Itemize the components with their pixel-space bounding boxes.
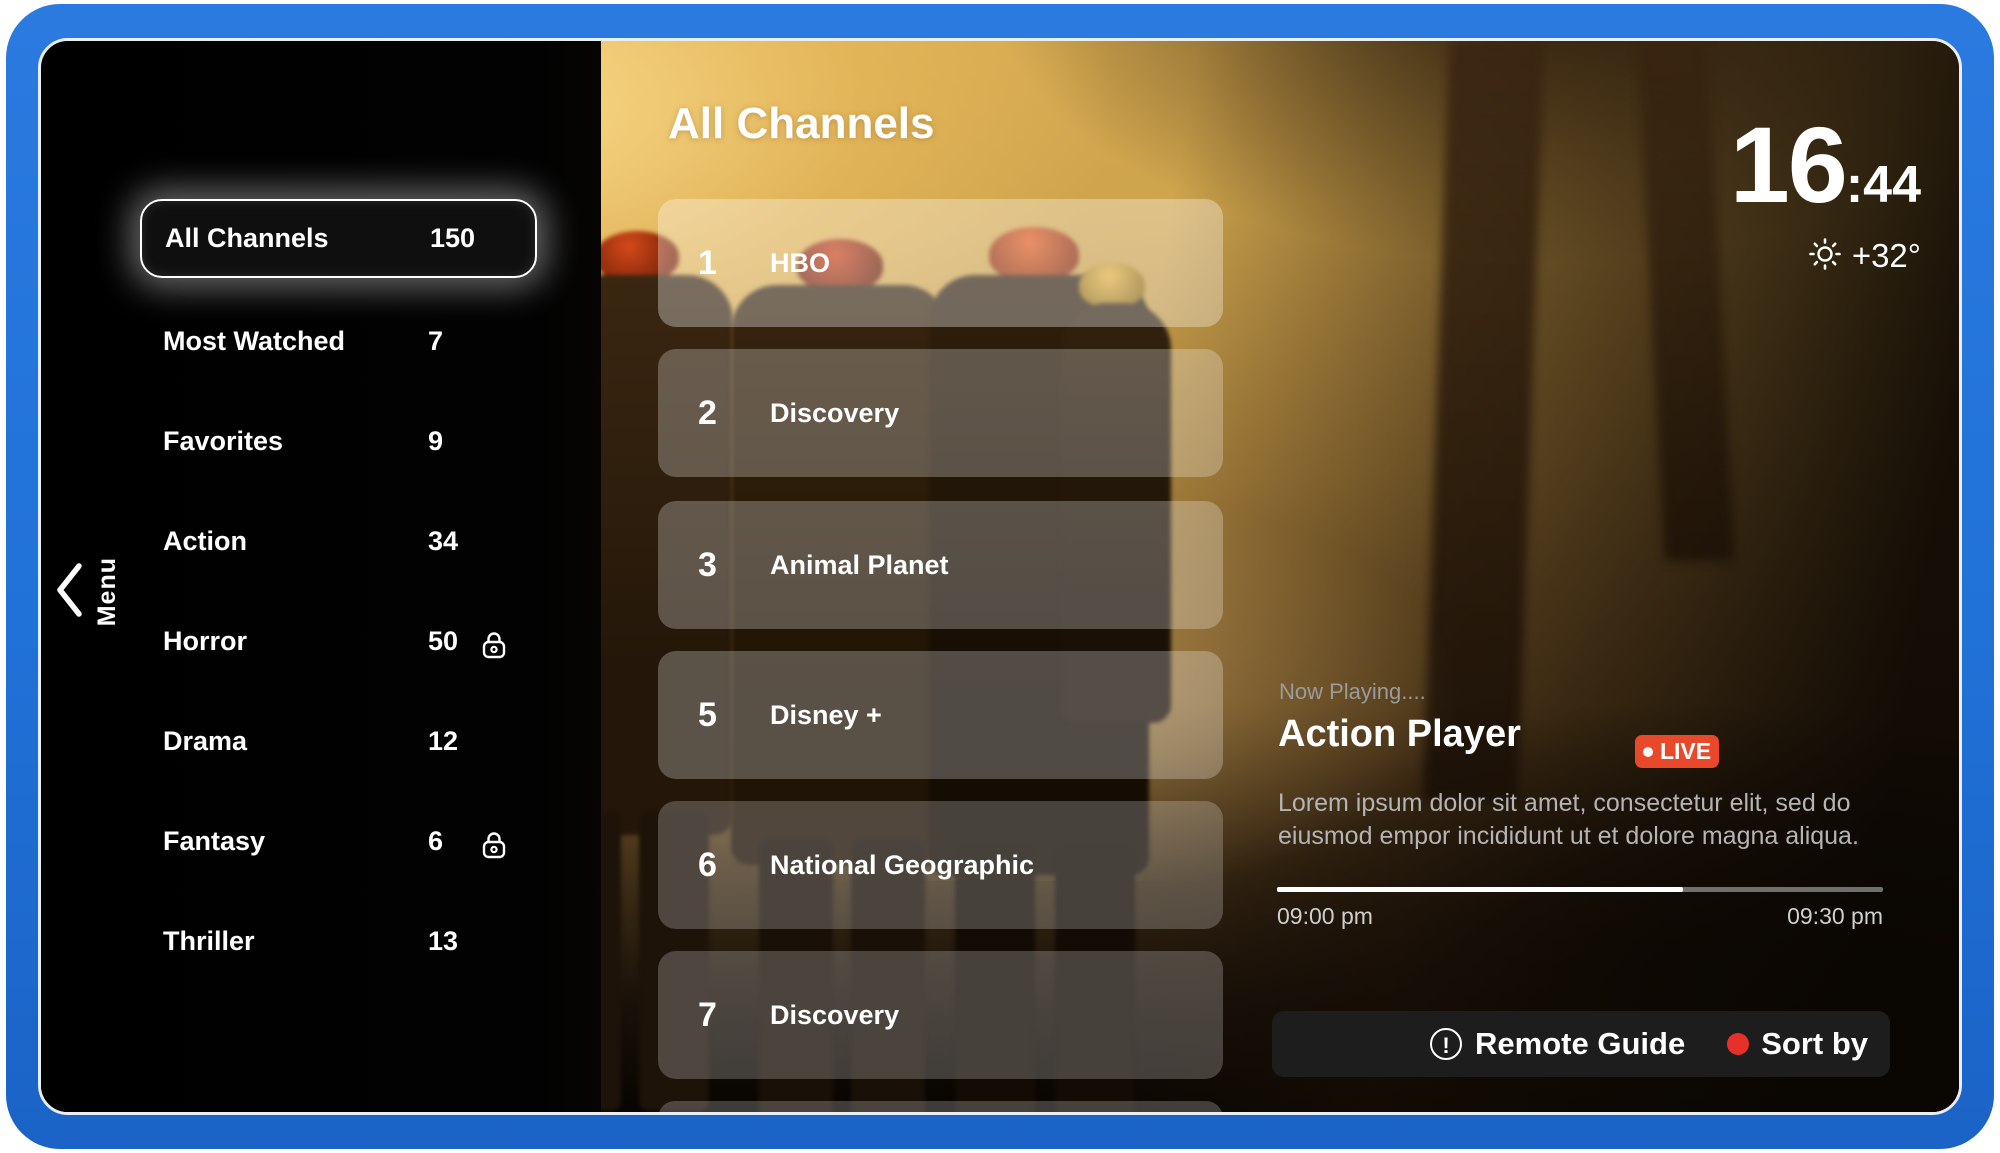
sidebar-item-count: 34 xyxy=(428,516,458,566)
action-bar: ! Remote Guide Sort by xyxy=(1272,1011,1890,1077)
red-dot-icon xyxy=(1727,1033,1749,1055)
lock-icon xyxy=(479,626,509,676)
clock-minute: :44 xyxy=(1846,156,1921,214)
sidebar-item-count: 6 xyxy=(428,816,443,866)
channel-name: Disney + xyxy=(770,651,882,779)
sun-icon xyxy=(1808,237,1842,279)
sidebar-item-count: 50 xyxy=(428,616,458,666)
sidebar-item-count: 13 xyxy=(428,916,458,966)
sidebar-item-label: Most Watched xyxy=(163,316,345,366)
weather: +32° xyxy=(1601,237,1921,279)
clock-hour: 16 xyxy=(1730,104,1846,225)
sidebar-item-all-channels[interactable]: All Channels 150 xyxy=(140,199,537,278)
live-label: LIVE xyxy=(1660,738,1711,764)
sidebar-item-favorites[interactable]: Favorites 9 xyxy=(41,416,601,466)
channel-row-discovery[interactable]: 2 Discovery xyxy=(658,349,1223,477)
channel-name: Discovery xyxy=(770,951,899,1079)
menu-label: Menu xyxy=(93,557,122,626)
channel-number: 1 xyxy=(698,199,717,327)
sort-by-label: Sort by xyxy=(1761,1026,1868,1062)
sidebar-item-label: Favorites xyxy=(163,416,283,466)
sidebar-item-count: 9 xyxy=(428,416,443,466)
channel-row-partial[interactable] xyxy=(658,1101,1223,1115)
remote-guide-label: Remote Guide xyxy=(1475,1026,1685,1062)
live-badge: LIVE xyxy=(1635,735,1719,768)
channel-number: 7 xyxy=(698,951,717,1079)
channel-number: 6 xyxy=(698,801,717,929)
now-playing-label: Now Playing.... xyxy=(1279,679,1426,705)
exclamation-circle-icon: ! xyxy=(1430,1028,1462,1060)
channel-name: Discovery xyxy=(770,349,899,477)
sidebar-item-drama[interactable]: Drama 12 xyxy=(41,716,601,766)
sidebar-item-most-watched[interactable]: Most Watched 7 xyxy=(41,316,601,366)
channel-number: 2 xyxy=(698,349,717,477)
channel-row-national-geographic[interactable]: 6 National Geographic xyxy=(658,801,1223,929)
lock-icon xyxy=(479,826,509,876)
channel-row-hbo[interactable]: 1 HBO xyxy=(658,199,1223,327)
channel-row-discovery-2[interactable]: 7 Discovery xyxy=(658,951,1223,1079)
sidebar-item-label: Action xyxy=(163,516,247,566)
screen: All Channels 1 HBO 2 Discovery 3 Animal … xyxy=(38,38,1962,1115)
program-end-time: 09:30 pm xyxy=(1277,903,1883,930)
sidebar-item-label: Fantasy xyxy=(163,816,265,866)
sidebar-item-label: Horror xyxy=(163,616,247,666)
sidebar-item-thriller[interactable]: Thriller 13 xyxy=(41,916,601,966)
live-dot-icon xyxy=(1643,747,1653,757)
menu-back[interactable]: Menu xyxy=(41,521,161,701)
sidebar-item-label: Drama xyxy=(163,716,247,766)
sort-by-button[interactable]: Sort by xyxy=(1727,1026,1868,1062)
tv-app: All Channels 1 HBO 2 Discovery 3 Animal … xyxy=(0,0,2000,1153)
sidebar-item-count: 150 xyxy=(430,201,475,276)
channel-row-disney-plus[interactable]: 5 Disney + xyxy=(658,651,1223,779)
sidebar-item-count: 12 xyxy=(428,716,458,766)
device-frame: All Channels 1 HBO 2 Discovery 3 Animal … xyxy=(6,4,1994,1149)
now-playing-description: Lorem ipsum dolor sit amet, consectetur … xyxy=(1278,787,1890,853)
sidebar-item-label: Thriller xyxy=(163,916,255,966)
sidebar-item-fantasy[interactable]: Fantasy 6 xyxy=(41,816,601,866)
channel-name: Animal Planet xyxy=(770,501,949,629)
progress-fill xyxy=(1277,887,1683,892)
clock: 16:44 xyxy=(1601,111,1921,219)
channel-number: 5 xyxy=(698,651,717,779)
remote-guide-button[interactable]: ! Remote Guide xyxy=(1430,1026,1685,1062)
progress-bar[interactable] xyxy=(1277,887,1883,892)
sidebar-item-count: 7 xyxy=(428,316,443,366)
temperature: +32° xyxy=(1852,237,1921,274)
sidebar-item-label: All Channels xyxy=(165,201,329,276)
channel-name: HBO xyxy=(770,199,830,327)
channel-name: National Geographic xyxy=(770,801,1034,929)
page-title: All Channels xyxy=(668,99,935,149)
channel-number: 3 xyxy=(698,501,717,629)
chevron-left-icon[interactable] xyxy=(55,561,83,624)
now-playing-title: Action Player xyxy=(1278,713,1521,756)
channel-row-animal-planet[interactable]: 3 Animal Planet xyxy=(658,501,1223,629)
